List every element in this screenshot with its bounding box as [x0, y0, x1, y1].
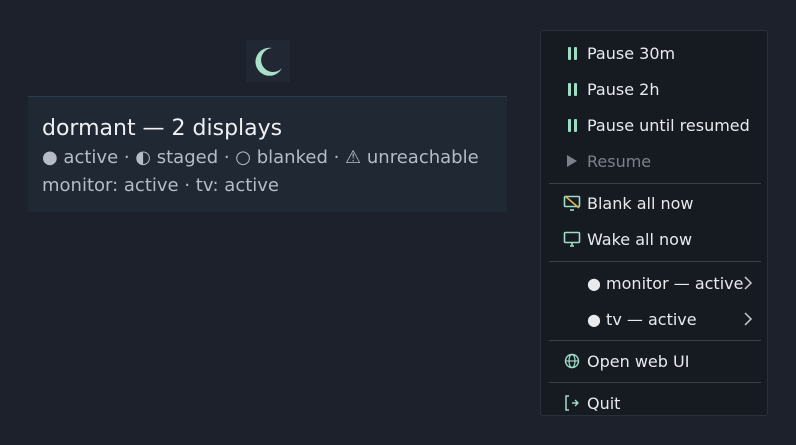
- pause-2h-label: Pause 2h: [587, 79, 660, 99]
- menu-separator: [549, 382, 761, 383]
- tv-submenu-item[interactable]: ● tv — active: [541, 302, 767, 336]
- wake-all-label: Wake all now: [587, 229, 693, 249]
- wake-all-item[interactable]: Wake all now: [541, 222, 767, 256]
- globe-icon: [562, 351, 582, 371]
- exit-icon: [562, 393, 582, 413]
- tooltip-status: monitor: active · tv: active: [42, 175, 279, 196]
- quit-item[interactable]: Quit: [541, 386, 767, 415]
- pause-30m-item[interactable]: Pause 30m: [541, 36, 767, 70]
- blank-all-label: Blank all now: [587, 193, 694, 213]
- display-off-icon: [562, 193, 582, 213]
- tray-context-menu: Pause 30m Pause 2h Pause until resumed R…: [540, 30, 768, 416]
- pause-until-resumed-item[interactable]: Pause until resumed: [541, 108, 767, 142]
- tray-icon[interactable]: [246, 40, 290, 82]
- menu-separator: [549, 261, 761, 262]
- pause-until-resumed-label: Pause until resumed: [587, 115, 750, 135]
- resume-label: Resume: [587, 151, 652, 171]
- display-icon: [562, 229, 582, 249]
- pause-2h-item[interactable]: Pause 2h: [541, 72, 767, 106]
- pause-icon: [562, 115, 582, 135]
- play-icon: [562, 151, 582, 171]
- tooltip-legend: ● active · ◐ staged · ○ blanked · ⚠ unre…: [42, 147, 479, 168]
- chevron-right-icon: [744, 276, 753, 290]
- status-tooltip: dormant — 2 displays ● active · ◐ staged…: [28, 96, 507, 212]
- open-web-ui-item[interactable]: Open web UI: [541, 344, 767, 378]
- chevron-right-icon: [744, 312, 753, 326]
- moon-icon: [255, 47, 282, 76]
- monitor-submenu-item[interactable]: ● monitor — active: [541, 266, 767, 300]
- pause-icon: [562, 79, 582, 99]
- menu-separator: [549, 183, 761, 184]
- blank-all-item[interactable]: Blank all now: [541, 186, 767, 220]
- open-web-ui-label: Open web UI: [587, 351, 690, 371]
- resume-item: Resume: [541, 144, 767, 178]
- pause-icon: [562, 43, 582, 63]
- quit-label: Quit: [587, 393, 621, 413]
- pause-30m-label: Pause 30m: [587, 43, 676, 63]
- monitor-label: ● monitor — active: [587, 273, 744, 293]
- menu-separator: [549, 340, 761, 341]
- tooltip-title: dormant — 2 displays: [42, 116, 283, 141]
- tv-label: ● tv — active: [587, 309, 697, 329]
